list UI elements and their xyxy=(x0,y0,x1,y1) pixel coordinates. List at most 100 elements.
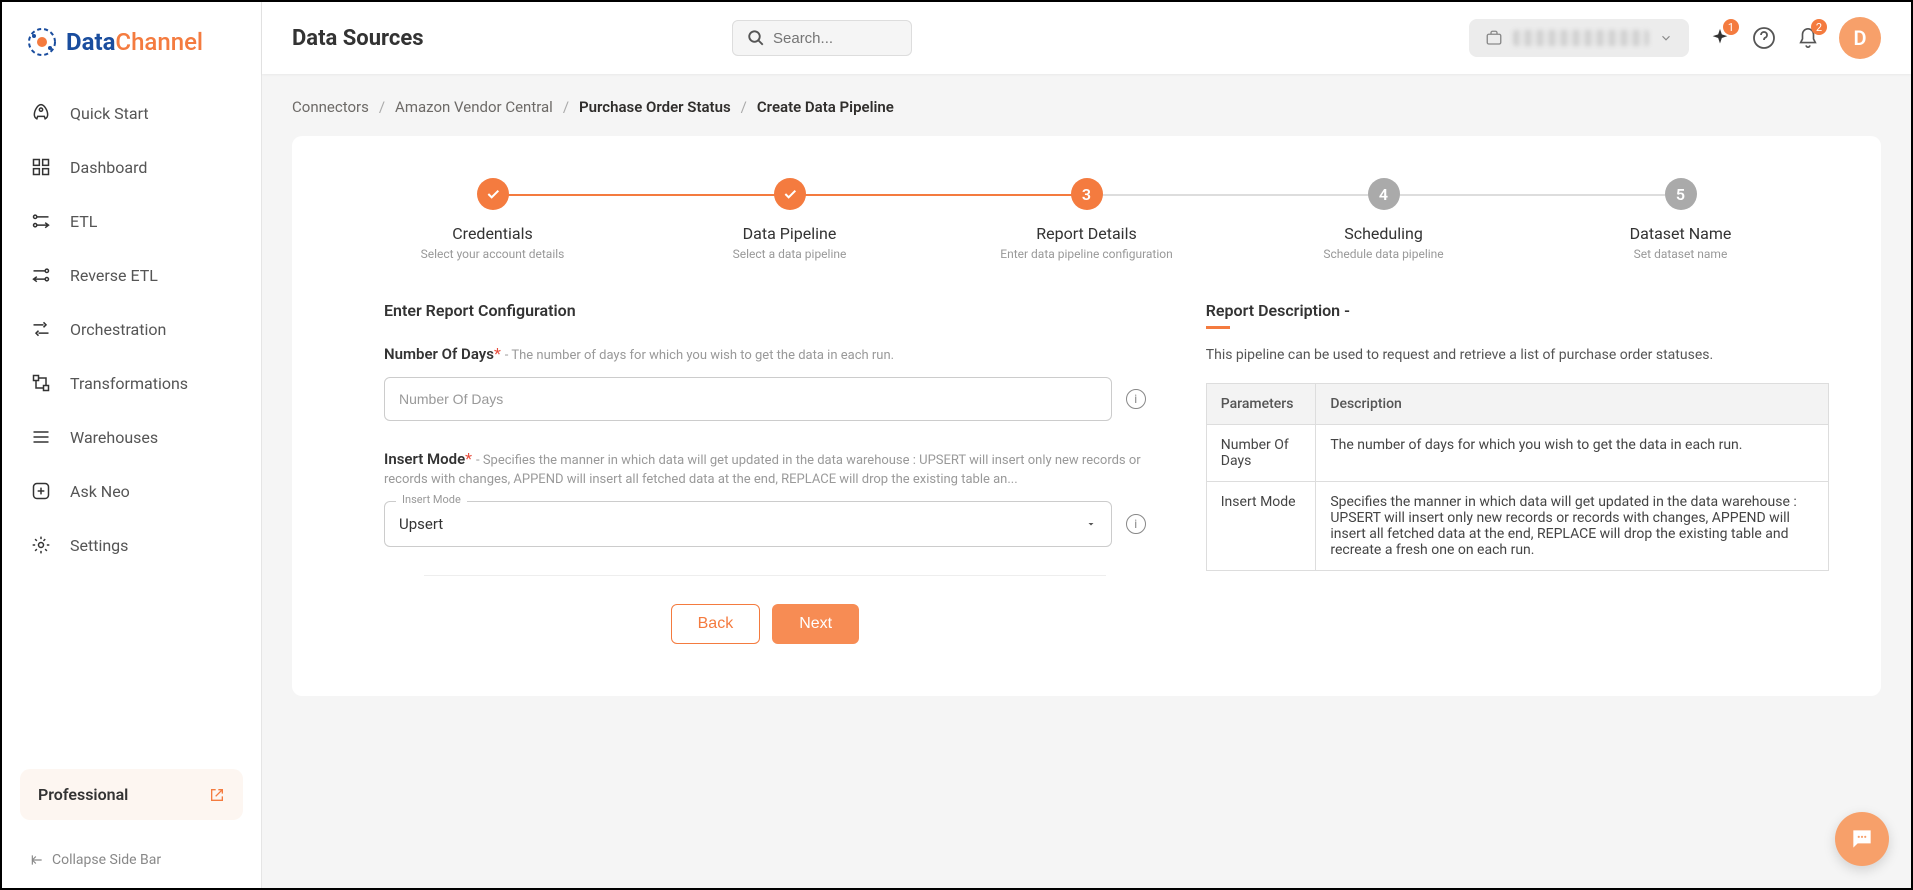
sidebar-item-settings[interactable]: Settings xyxy=(2,518,261,572)
warehouse-icon xyxy=(30,426,52,448)
table-cell: Number Of Days xyxy=(1206,425,1316,482)
sidebar-item-label: Quick Start xyxy=(70,104,149,123)
sidebar-nav: Quick Start Dashboard ETL Reverse ETL Or… xyxy=(2,86,261,753)
description-column: Report Description - This pipeline can b… xyxy=(1206,301,1829,644)
breadcrumb-sep: / xyxy=(379,98,385,116)
section-title: Enter Report Configuration xyxy=(384,301,1146,320)
desc-title: Report Description - xyxy=(1206,301,1829,320)
field-help: - Specifies the manner in which data wil… xyxy=(384,453,1141,487)
sidebar-item-ask-neo[interactable]: Ask Neo xyxy=(2,464,261,518)
step-sub: Schedule data pipeline xyxy=(1323,247,1443,261)
step-circle: 4 xyxy=(1368,178,1400,210)
table-cell: Insert Mode xyxy=(1206,482,1316,571)
step-sub: Set dataset name xyxy=(1634,247,1728,261)
breadcrumb: Connectors / Amazon Vendor Central / Pur… xyxy=(292,98,1881,116)
breadcrumb-item-current: Create Data Pipeline xyxy=(757,98,894,116)
sidebar-item-reverse-etl[interactable]: Reverse ETL xyxy=(2,248,261,302)
ask-neo-icon xyxy=(30,480,52,502)
number-of-days-input[interactable] xyxy=(384,377,1112,421)
help-button[interactable] xyxy=(1751,25,1777,51)
sidebar-item-quick-start[interactable]: Quick Start xyxy=(2,86,261,140)
required-mark: * xyxy=(465,449,472,468)
table-row: Number Of Days The number of days for wh… xyxy=(1206,425,1828,482)
logo-word-channel: Channel xyxy=(115,28,203,56)
form-column: Enter Report Configuration Number Of Day… xyxy=(344,301,1146,644)
main: Data Sources 1 xyxy=(262,2,1911,888)
field-label: Number Of Days xyxy=(384,345,494,363)
step-sub: Select your account details xyxy=(421,247,565,261)
step-circle xyxy=(774,178,806,210)
sidebar-item-label: Warehouses xyxy=(70,428,158,447)
content: Connectors / Amazon Vendor Central / Pur… xyxy=(262,74,1911,888)
desc-text: This pipeline can be used to request and… xyxy=(1206,347,1829,363)
float-label: Insert Mode xyxy=(396,493,467,506)
table-cell: Specifies the manner in which data will … xyxy=(1316,482,1829,571)
avatar[interactable]: D xyxy=(1839,17,1881,59)
search-box[interactable] xyxy=(732,20,912,56)
sidebar-item-label: ETL xyxy=(70,212,97,231)
external-link-icon xyxy=(209,787,225,803)
breadcrumb-item[interactable]: Amazon Vendor Central xyxy=(395,98,553,116)
orchestration-icon xyxy=(30,318,52,340)
sparkle-button[interactable]: 1 xyxy=(1707,25,1733,51)
sidebar-item-dashboard[interactable]: Dashboard xyxy=(2,140,261,194)
table-header: Description xyxy=(1316,384,1829,425)
chat-icon xyxy=(1849,826,1875,852)
rocket-icon xyxy=(30,102,52,124)
desc-underline xyxy=(1206,326,1230,329)
search-input[interactable] xyxy=(773,30,897,47)
chat-fab[interactable] xyxy=(1835,812,1889,866)
notifications-button[interactable]: 2 xyxy=(1795,25,1821,51)
gear-icon xyxy=(30,534,52,556)
etl-icon xyxy=(30,210,52,232)
sidebar-item-label: Dashboard xyxy=(70,158,147,177)
field-label: Insert Mode xyxy=(384,450,465,468)
sidebar: DataChannel Quick Start Dashboard ETL Re… xyxy=(2,2,262,888)
logo-icon xyxy=(26,26,58,58)
transformations-icon xyxy=(30,372,52,394)
breadcrumb-item[interactable]: Connectors xyxy=(292,98,369,116)
sidebar-item-etl[interactable]: ETL xyxy=(2,194,261,248)
insert-mode-select[interactable]: Upsert xyxy=(384,501,1112,547)
workspace-selector[interactable] xyxy=(1469,19,1689,57)
field-help: - The number of days for which you wish … xyxy=(505,348,894,363)
step-sub: Select a data pipeline xyxy=(733,247,847,261)
collapse-sidebar[interactable]: Collapse Side Bar xyxy=(2,836,261,888)
next-button[interactable]: Next xyxy=(772,604,859,644)
required-mark: * xyxy=(494,344,501,363)
info-icon[interactable]: i xyxy=(1126,389,1146,409)
collapse-icon xyxy=(30,853,44,867)
sidebar-item-warehouses[interactable]: Warehouses xyxy=(2,410,261,464)
check-icon xyxy=(485,186,501,202)
divider xyxy=(424,575,1106,576)
sidebar-item-label: Reverse ETL xyxy=(70,266,158,285)
chevron-down-icon xyxy=(1659,31,1673,45)
help-icon xyxy=(1752,26,1776,50)
step-data-pipeline: Data Pipeline Select a data pipeline xyxy=(641,178,938,261)
step-credentials: Credentials Select your account details xyxy=(344,178,641,261)
collapse-label: Collapse Side Bar xyxy=(52,852,161,868)
field-insert-mode: Insert Mode* - Specifies the manner in w… xyxy=(384,449,1146,547)
step-circle: 5 xyxy=(1665,178,1697,210)
desc-table: Parameters Description Number Of Days Th… xyxy=(1206,383,1829,571)
table-header: Parameters xyxy=(1206,384,1316,425)
breadcrumb-item[interactable]: Purchase Order Status xyxy=(579,98,731,116)
info-icon[interactable]: i xyxy=(1126,514,1146,534)
logo-word-data: Data xyxy=(66,28,115,56)
sidebar-item-label: Orchestration xyxy=(70,320,166,339)
step-title: Scheduling xyxy=(1344,224,1423,243)
search-icon xyxy=(747,29,765,47)
step-dataset-name: 5 Dataset Name Set dataset name xyxy=(1532,178,1829,261)
sidebar-item-label: Transformations xyxy=(70,374,188,393)
chevron-down-icon xyxy=(1085,518,1097,530)
page-title: Data Sources xyxy=(292,26,732,51)
sidebar-item-orchestration[interactable]: Orchestration xyxy=(2,302,261,356)
step-title: Report Details xyxy=(1036,224,1136,243)
stepper: Credentials Select your account details … xyxy=(344,178,1829,261)
plan-box[interactable]: Professional xyxy=(20,769,243,820)
sidebar-item-label: Ask Neo xyxy=(70,482,130,501)
back-button[interactable]: Back xyxy=(671,604,761,644)
sidebar-item-transformations[interactable]: Transformations xyxy=(2,356,261,410)
select-value: Upsert xyxy=(399,515,443,533)
table-row: Insert Mode Specifies the manner in whic… xyxy=(1206,482,1828,571)
